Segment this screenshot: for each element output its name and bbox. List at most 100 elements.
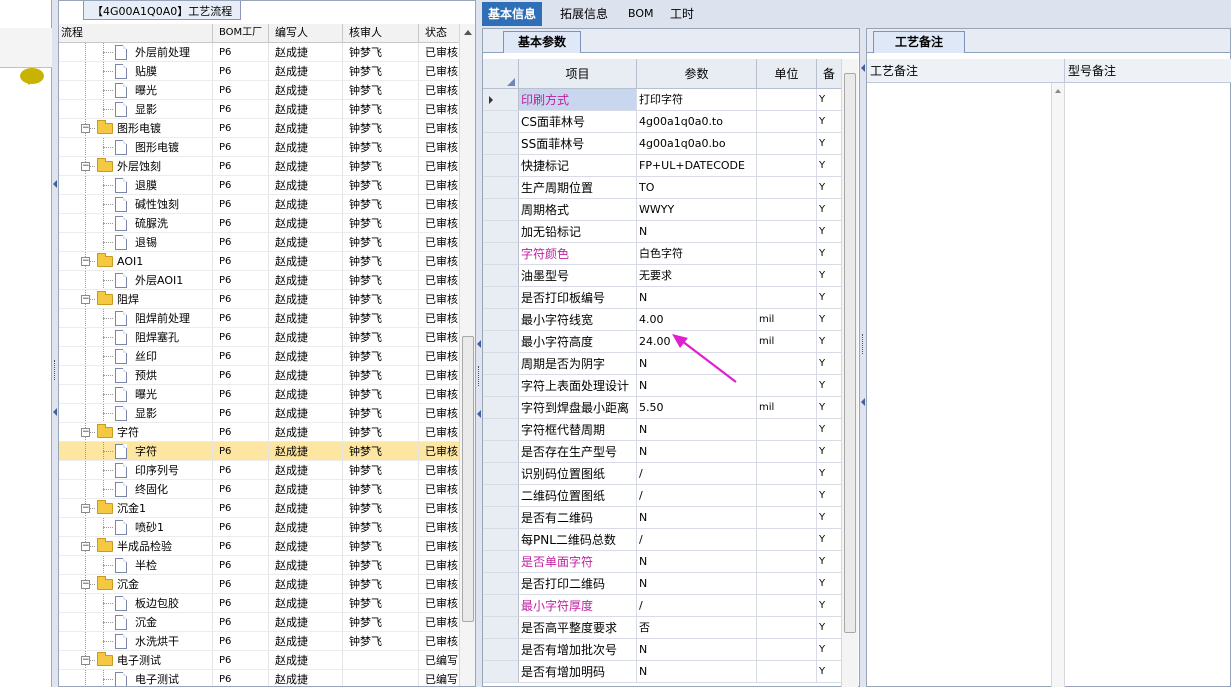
param-value-cell[interactable]: WWYY (637, 199, 757, 220)
tree-node[interactable]: − 半成品检验 (59, 537, 213, 555)
param-row[interactable]: 二维码位置图纸 / Y (483, 485, 841, 507)
tree-folder-row[interactable]: − 电子测试 P6 赵成捷 已编写 (59, 651, 459, 670)
tab-work-hours[interactable]: 工时 (664, 2, 700, 26)
param-value-cell[interactable]: FP+UL+DATECODE (637, 155, 757, 176)
param-row[interactable]: 是否有二维码 N Y (483, 507, 841, 529)
tree-node[interactable]: 终固化 (59, 480, 213, 498)
tab-basic-info[interactable]: 基本信息 (482, 2, 543, 26)
param-value-cell[interactable]: / (637, 485, 757, 506)
param-row[interactable]: 是否有增加批次号 N Y (483, 639, 841, 661)
tree-scroll-thumb[interactable] (462, 336, 474, 622)
collapse-notes-icon[interactable] (861, 64, 865, 72)
param-row[interactable]: 字符上表面处理设计 N Y (483, 375, 841, 397)
param-row[interactable]: 周期是否为阴字 N Y (483, 353, 841, 375)
tree-node[interactable]: 预烘 (59, 366, 213, 384)
row-indicator[interactable] (483, 375, 519, 396)
param-value-cell[interactable]: N (637, 419, 757, 440)
param-value-cell[interactable]: 4.00 (637, 309, 757, 330)
collapse-node-icon[interactable]: − (81, 162, 90, 171)
param-row[interactable]: 是否高平整度要求否 Y (483, 617, 841, 639)
row-indicator[interactable] (483, 463, 519, 484)
tree-folder-row[interactable]: − AOI1 P6 赵成捷 钟梦飞 已审核 (59, 252, 459, 271)
param-row[interactable]: 加无铅标记 N Y (483, 221, 841, 243)
row-indicator[interactable] (483, 199, 519, 220)
tree-node[interactable]: 半检 (59, 556, 213, 574)
tree-folder-row[interactable]: − 阻焊 P6 赵成捷 钟梦飞 已审核 (59, 290, 459, 309)
param-row[interactable]: 字符到焊盘最小距离 5.50 mil Y (483, 397, 841, 419)
param-value-cell[interactable]: 无要求 (637, 265, 757, 286)
tree-row[interactable]: 丝印 P6 赵成捷 钟梦飞 已审核 (59, 347, 459, 366)
tree-node[interactable]: − 字符 (59, 423, 213, 441)
notes-col-process[interactable]: 工艺备注 (867, 59, 1065, 83)
tree-col-bom[interactable]: BOM工厂 (213, 24, 269, 43)
collapse-left-icon[interactable] (53, 180, 57, 188)
param-value-cell[interactable]: / (637, 529, 757, 550)
tree-row[interactable]: 显影 P6 赵成捷 钟梦飞 已审核 (59, 100, 459, 119)
param-value-cell[interactable]: N (637, 507, 757, 528)
tree-col-flow[interactable]: 流程 (59, 24, 213, 43)
param-col-value[interactable]: 参数 (637, 59, 757, 89)
row-indicator[interactable] (483, 397, 519, 418)
tree-node[interactable]: 显影 (59, 100, 213, 118)
row-indicator[interactable] (483, 331, 519, 352)
tree-folder-row[interactable]: − 半成品检验 P6 赵成捷 钟梦飞 已审核 (59, 537, 459, 556)
collapse-tree-icon[interactable] (477, 340, 481, 348)
param-row[interactable]: 油墨型号 无要求 Y (483, 265, 841, 287)
param-value-cell[interactable]: 4g00a1q0a0.to (637, 111, 757, 132)
param-row[interactable]: 是否存在生产型号 N Y (483, 441, 841, 463)
notes-scrollbar[interactable] (1051, 83, 1065, 687)
tree-row[interactable]: 字符 P6 赵成捷 钟梦飞 已审核 (59, 442, 459, 461)
tree-row[interactable]: 曝光 P6 赵成捷 钟梦飞 已审核 (59, 385, 459, 404)
param-value-cell[interactable]: / (637, 463, 757, 484)
tab-process-notes[interactable]: 工艺备注 (873, 31, 965, 53)
row-indicator[interactable] (483, 89, 519, 110)
tree-row[interactable]: 阻焊前处理 P6 赵成捷 钟梦飞 已审核 (59, 309, 459, 328)
tree-node[interactable]: − 电子测试 (59, 651, 213, 669)
param-col-remark[interactable]: 备 (817, 59, 841, 89)
tree-node[interactable]: − 沉金1 (59, 499, 213, 517)
tree-node[interactable]: 水洗烘干 (59, 632, 213, 650)
tree-node[interactable]: 退锡 (59, 233, 213, 251)
scroll-up-icon[interactable] (464, 30, 472, 35)
tree-node[interactable]: − AOI1 (59, 252, 213, 270)
tree-node[interactable]: − 图形电镀 (59, 119, 213, 137)
param-row[interactable]: 印刷方式 打印字符 Y (483, 89, 841, 111)
tree-node[interactable]: 碱性蚀刻 (59, 195, 213, 213)
collapse-notes-icon[interactable] (861, 398, 865, 406)
collapse-node-icon[interactable]: − (81, 542, 90, 551)
collapse-node-icon[interactable]: − (81, 257, 90, 266)
tree-col-writer[interactable]: 编写人 (269, 24, 343, 43)
param-col-unit[interactable]: 单位 (757, 59, 817, 89)
tree-node[interactable]: 图形电镀 (59, 138, 213, 156)
tree-folder-row[interactable]: − 沉金1 P6 赵成捷 钟梦飞 已审核 (59, 499, 459, 518)
tree-node[interactable]: 显影 (59, 404, 213, 422)
tree-node[interactable]: 丝印 (59, 347, 213, 365)
param-row[interactable]: 字符颜色 白色字符 Y (483, 243, 841, 265)
tree-node[interactable]: 沉金 (59, 613, 213, 631)
param-value-cell[interactable]: 否 (637, 617, 757, 638)
tab-bom[interactable]: BOM (622, 2, 660, 26)
param-row[interactable]: 字符框代替周期 N Y (483, 419, 841, 441)
chat-bubble-icon[interactable] (20, 68, 44, 85)
tree-row[interactable]: 外层前处理 P6 赵成捷 钟梦飞 已审核 (59, 43, 459, 62)
tree-node[interactable]: 阻焊塞孔 (59, 328, 213, 346)
tree-col-reviewer[interactable]: 核审人 (343, 24, 419, 43)
param-value-cell[interactable]: N (637, 661, 757, 682)
collapse-node-icon[interactable]: − (81, 656, 90, 665)
param-col-item[interactable]: 项目 (519, 59, 637, 89)
tree-node[interactable]: 喷砂1 (59, 518, 213, 536)
tree-node[interactable]: 外层前处理 (59, 43, 213, 61)
param-row[interactable]: 最小字符厚度 / Y (483, 595, 841, 617)
tree-node[interactable]: 板边包胶 (59, 594, 213, 612)
param-row[interactable]: 每PNL二维码总数 / Y (483, 529, 841, 551)
row-indicator[interactable] (483, 221, 519, 242)
row-indicator[interactable] (483, 353, 519, 374)
param-value-cell[interactable]: N (637, 573, 757, 594)
row-indicator[interactable] (483, 485, 519, 506)
row-indicator[interactable] (483, 551, 519, 572)
collapse-node-icon[interactable]: − (81, 580, 90, 589)
row-indicator[interactable] (483, 287, 519, 308)
collapse-node-icon[interactable]: − (81, 504, 90, 513)
row-indicator[interactable] (483, 265, 519, 286)
param-value-cell[interactable]: N (637, 287, 757, 308)
